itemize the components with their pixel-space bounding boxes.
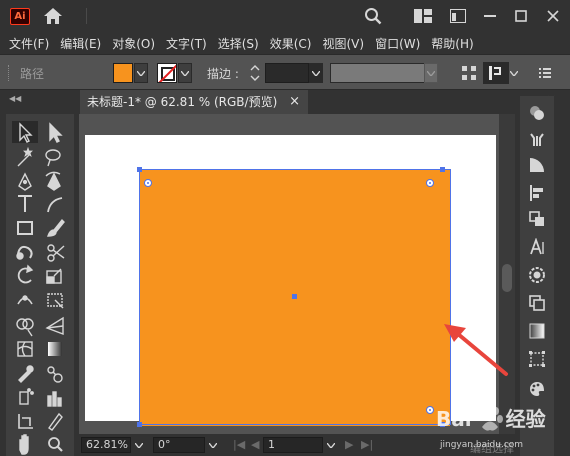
resize-handle-bottom-left[interactable] (137, 422, 142, 427)
home-icon[interactable] (43, 7, 63, 25)
document-tab-title: 未标题-1* @ 62.81 % (RGB/预览) (87, 95, 278, 109)
gradient-panel-icon[interactable] (526, 320, 548, 342)
chevron-down-icon (208, 442, 218, 450)
center-point (292, 294, 297, 299)
document-canvas[interactable] (79, 114, 515, 434)
vertical-scrollbar[interactable] (499, 114, 515, 434)
menu-help[interactable]: 帮助(H) (431, 35, 473, 52)
menu-effect[interactable]: 效果(C) (270, 35, 312, 52)
workspace-switcher-icon[interactable] (447, 6, 469, 26)
chevron-down-icon (181, 70, 189, 76)
watermark-brand: Bai 经验 (436, 403, 554, 432)
first-artboard-button[interactable]: |◀ (229, 436, 245, 454)
rotation-value: 0° (158, 438, 171, 451)
minimize-icon[interactable] (479, 6, 501, 26)
application-bar: Ai (0, 0, 570, 32)
control-bar: 路径 描边 : (0, 54, 570, 90)
color-guide-icon[interactable] (526, 264, 548, 286)
live-corner-widget-bottom-right[interactable] (426, 406, 434, 414)
zoom-field[interactable]: 62.81% (81, 437, 131, 453)
collapse-toolbox-icon[interactable]: ◀◀ (9, 94, 21, 103)
transform-icon[interactable] (483, 62, 509, 84)
arrange-documents-icon[interactable] (412, 6, 434, 26)
stroke-weight-dropdown[interactable] (309, 63, 323, 83)
appearance-panel-icon[interactable] (526, 102, 548, 124)
fill-color-swatch[interactable] (113, 63, 133, 83)
profile-dropdown[interactable] (424, 63, 438, 83)
watermark-brand-suffix: 经验 (505, 407, 546, 431)
no-stroke-icon (158, 64, 176, 82)
rotation-dropdown[interactable] (205, 436, 223, 454)
rotation-field[interactable]: 0° (153, 437, 205, 453)
live-corner-widget-top-right[interactable] (426, 179, 434, 187)
toolbar-separator (86, 8, 87, 24)
illustrator-logo: Ai (10, 8, 30, 25)
tools-panel (6, 114, 74, 456)
scrollbar-thumb[interactable] (502, 264, 512, 292)
chevron-down-icon (312, 70, 320, 76)
artboard-number-field[interactable]: 1 (263, 437, 323, 453)
artboards-panel-icon[interactable] (526, 348, 548, 370)
character-panel-icon[interactable] (526, 236, 548, 258)
annotation-arrow (444, 324, 508, 376)
close-tab-icon[interactable]: × (289, 90, 300, 114)
watermark-overlay-text: 编组选择 (470, 442, 514, 455)
menu-view[interactable]: 视图(V) (322, 35, 364, 52)
previous-artboard-button[interactable]: ◀ (247, 436, 259, 454)
zoom-value: 62.81% (86, 438, 128, 451)
live-corner-widget-top-left[interactable] (144, 179, 152, 187)
align-grid-icon[interactable] (458, 63, 480, 83)
artboard-number: 1 (268, 438, 275, 451)
chevron-down-icon[interactable] (507, 63, 521, 83)
transparency-panel-icon[interactable] (526, 154, 548, 176)
chevron-down-icon (137, 70, 145, 76)
chevron-down-icon (134, 442, 144, 450)
stroke-label-text: 描边 (207, 67, 232, 81)
stroke-color-swatch[interactable] (157, 63, 177, 83)
menu-select[interactable]: 选择(S) (218, 35, 259, 52)
menu-object[interactable]: 对象(O) (112, 35, 155, 52)
layers-panel-icon[interactable] (526, 292, 548, 314)
document-tab[interactable]: 未标题-1* @ 62.81 % (RGB/预览) × (80, 90, 308, 114)
chevron-down-icon (326, 442, 336, 450)
menu-type[interactable]: 文字(T) (166, 35, 207, 52)
panel-grip[interactable] (8, 65, 11, 81)
artboard[interactable] (85, 135, 496, 427)
chevron-down-icon (427, 70, 435, 76)
next-artboard-button[interactable]: ▶ (341, 436, 353, 454)
menu-bar: 文件(F) 编辑(E) 对象(O) 文字(T) 选择(S) 效果(C) 视图(V… (0, 32, 570, 54)
search-icon[interactable] (362, 6, 384, 26)
last-artboard-button[interactable]: ▶| (357, 436, 373, 454)
stroke-weight-input[interactable] (265, 63, 309, 83)
stroke-dropdown[interactable] (178, 63, 192, 83)
watermark-brand-text: Bai (436, 407, 472, 431)
selection-type-label: 路径 (20, 67, 45, 81)
resize-handle-top-right[interactable] (440, 167, 445, 172)
maximize-icon[interactable] (510, 6, 532, 26)
menu-edit[interactable]: 编辑(E) (60, 35, 101, 52)
variable-width-profile[interactable] (330, 63, 438, 83)
align-panel-icon[interactable] (526, 182, 548, 204)
menu-file[interactable]: 文件(F) (9, 35, 49, 52)
panel-menu-icon[interactable] (534, 63, 556, 83)
stroke-weight-stepper[interactable] (246, 63, 264, 83)
tool-icons (12, 121, 65, 455)
zoom-dropdown[interactable] (131, 436, 149, 454)
stroke-weight-label[interactable]: 描边 : (207, 65, 239, 82)
artboard-dropdown[interactable] (323, 436, 339, 454)
menu-window[interactable]: 窗口(W) (375, 35, 420, 52)
pathfinder-panel-icon[interactable] (526, 208, 548, 230)
document-tab-strip: ◀◀ 未标题-1* @ 62.81 % (RGB/预览) × ▶▶ (0, 90, 570, 114)
fill-dropdown[interactable] (134, 63, 148, 83)
resize-handle-top-left[interactable] (137, 167, 142, 172)
close-icon[interactable] (542, 6, 564, 26)
brushes-panel-icon[interactable] (526, 128, 548, 150)
